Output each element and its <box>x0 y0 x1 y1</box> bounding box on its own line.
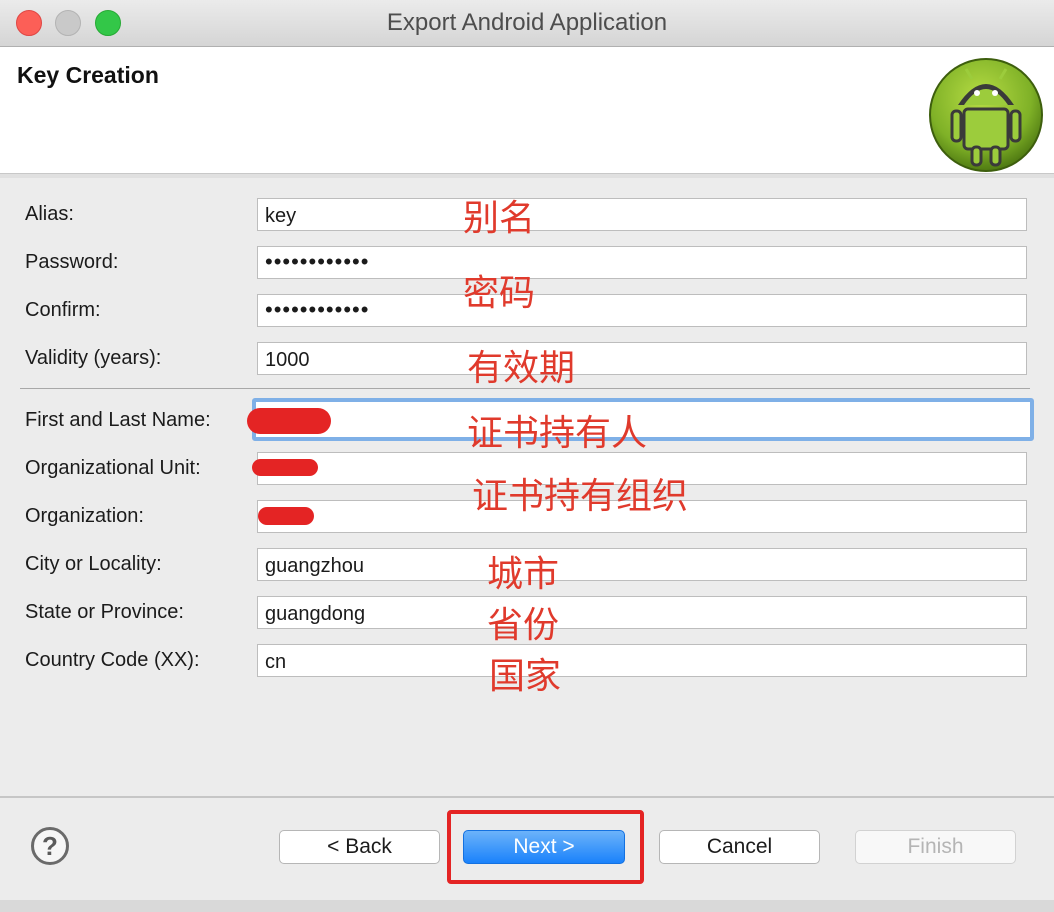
state-label: State or Province: <box>25 601 184 623</box>
validity-input[interactable]: 1000 <box>257 342 1027 375</box>
wizard-header: Key Creation <box>0 47 1054 174</box>
confirm-label: Confirm: <box>25 299 101 321</box>
password-label: Password: <box>25 251 119 273</box>
org-unit-label: Organizational Unit: <box>25 457 201 479</box>
password-input[interactable]: •••••••••••• <box>257 246 1027 279</box>
alias-input[interactable]: key <box>257 198 1027 231</box>
annotation-province: 省份 <box>487 605 560 646</box>
annotation-password: 密码 <box>463 273 536 314</box>
page-title: Key Creation <box>17 62 159 88</box>
country-code-input[interactable]: cn <box>257 644 1027 677</box>
annotation-city: 城市 <box>487 554 560 595</box>
annotation-name: 证书持有人 <box>467 413 648 454</box>
cancel-button[interactable]: Cancel <box>659 830 820 864</box>
finish-button: Finish <box>855 830 1016 864</box>
city-input[interactable]: guangzhou <box>257 548 1027 581</box>
annotation-alias: 别名 <box>463 198 536 239</box>
header-separator <box>0 174 1054 178</box>
annotation-country: 国家 <box>489 656 562 697</box>
back-button[interactable]: < Back <box>279 830 440 864</box>
help-icon[interactable]: ? <box>31 827 69 865</box>
redaction-mark <box>247 408 331 434</box>
redaction-mark <box>258 507 314 525</box>
redaction-mark <box>252 459 318 476</box>
city-label: City or Locality: <box>25 553 162 575</box>
validity-label: Validity (years): <box>25 347 162 369</box>
country-code-label: Country Code (XX): <box>25 649 200 671</box>
next-button-highlight <box>447 810 644 884</box>
android-logo-icon <box>929 58 1043 172</box>
window-title: Export Android Application <box>386 9 668 36</box>
annotation-validity: 有效期 <box>467 348 576 389</box>
window-bottom-edge <box>0 900 1054 912</box>
annotation-org: 证书持有组织 <box>472 476 689 517</box>
first-last-name-label: First and Last Name: <box>25 409 211 431</box>
title-bar: Export Android Application <box>0 0 1054 47</box>
organization-label: Organization: <box>25 505 144 527</box>
alias-label: Alias: <box>25 203 74 225</box>
footer-separator <box>0 796 1054 798</box>
state-input[interactable]: guangdong <box>257 596 1027 629</box>
confirm-password-input[interactable]: •••••••••••• <box>257 294 1027 327</box>
